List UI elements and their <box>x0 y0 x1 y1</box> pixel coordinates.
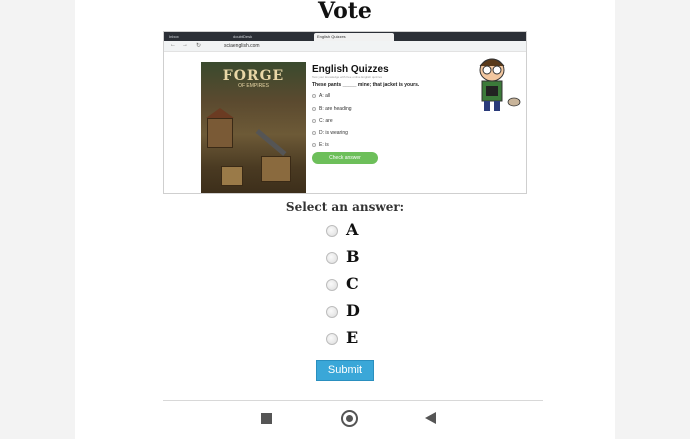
navbar-divider <box>163 400 543 401</box>
check-answer-button: Check answer <box>312 152 378 164</box>
answer-label-a: A <box>346 220 359 239</box>
mascot-icon <box>479 58 521 111</box>
radio-c[interactable] <box>326 279 338 291</box>
ad-building <box>221 166 243 186</box>
quiz-option: D: is wearing <box>312 130 348 136</box>
home-icon[interactable] <box>341 410 358 427</box>
game-advertisement: FORGE OF EMPIRES <box>201 62 306 193</box>
submit-button[interactable]: Submit <box>316 360 374 381</box>
quiz-subtitle: Test your knowledge with free online Eng… <box>312 75 383 79</box>
radio-a[interactable] <box>326 225 338 237</box>
browser-tab: Inbox <box>169 34 179 39</box>
select-answer-prompt: Select an answer: <box>285 200 405 214</box>
answer-label-c: C <box>346 274 359 293</box>
ad-building <box>207 118 233 148</box>
question-screenshot: Inbox doubtDesk English Quizzes ← → ↻ sc… <box>163 31 527 194</box>
radio-e[interactable] <box>326 333 338 345</box>
ad-roof <box>206 108 234 118</box>
browser-urlbar: ← → ↻ sciaenglish.com <box>164 41 526 52</box>
left-margin <box>0 0 75 439</box>
ad-arrow-icon <box>255 129 287 156</box>
quiz-question: These pants _____ mine; that jacket is y… <box>312 82 420 88</box>
answer-label-d: D <box>346 301 360 320</box>
browser-tabbar: Inbox doubtDesk English Quizzes <box>164 32 526 41</box>
back-arrow-icon: ← <box>170 42 176 48</box>
url-text: sciaenglish.com <box>224 43 260 49</box>
page-title: Vote <box>318 0 372 24</box>
quiz-option: E: is <box>312 142 329 148</box>
answer-label-e: E <box>346 328 359 347</box>
reload-icon: ↻ <box>196 43 202 49</box>
ad-building <box>261 156 291 182</box>
forward-arrow-icon: → <box>182 42 188 48</box>
quiz-option: A: all <box>312 93 330 99</box>
back-icon[interactable] <box>425 412 436 424</box>
browser-tab-active: English Quizzes <box>314 33 394 41</box>
quiz-option: C: are <box>312 118 333 124</box>
ad-title: FORGE <box>222 68 285 84</box>
ad-subtitle: OF EMPIRES <box>238 83 269 89</box>
right-margin <box>615 0 690 439</box>
page: Vote Inbox doubtDesk English Quizzes ← →… <box>0 0 690 439</box>
radio-b[interactable] <box>326 252 338 264</box>
radio-d[interactable] <box>326 306 338 318</box>
quiz-title: English Quizzes <box>312 64 389 75</box>
quiz-option: B: are heading <box>312 106 352 112</box>
recent-apps-icon[interactable] <box>261 413 272 424</box>
browser-tab: doubtDesk <box>233 34 253 39</box>
answer-label-b: B <box>346 247 360 266</box>
